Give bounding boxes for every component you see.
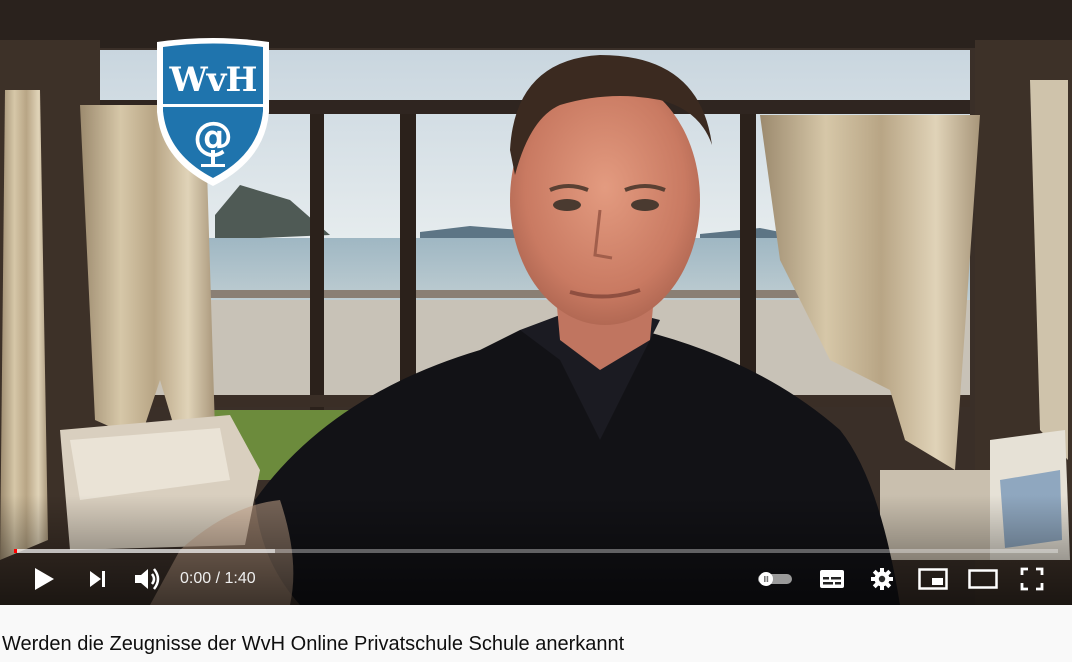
autoplay-toggle[interactable] bbox=[756, 563, 794, 595]
fullscreen-icon bbox=[1020, 567, 1044, 591]
gear-icon bbox=[871, 568, 893, 590]
time-separator: / bbox=[211, 570, 225, 587]
subtitles-button[interactable] bbox=[816, 563, 848, 595]
miniplayer-button[interactable] bbox=[916, 563, 950, 595]
current-time: 0:00 bbox=[180, 570, 212, 587]
play-icon bbox=[35, 568, 54, 590]
theater-mode-icon bbox=[968, 569, 998, 589]
progress-played bbox=[14, 549, 18, 553]
settings-button[interactable] bbox=[866, 563, 898, 595]
autoplay-toggle-icon bbox=[758, 572, 792, 586]
fullscreen-button[interactable] bbox=[1016, 563, 1048, 595]
video-player[interactable]: @ WvH 0:00 / 1:40 bbox=[0, 0, 1072, 605]
logo-text: WvH bbox=[169, 60, 257, 100]
duration: 1:40 bbox=[224, 570, 256, 587]
next-icon bbox=[90, 571, 105, 587]
miniplayer-icon bbox=[918, 568, 948, 590]
volume-icon bbox=[135, 568, 160, 590]
progress-buffered bbox=[14, 549, 275, 553]
play-button[interactable] bbox=[28, 563, 60, 595]
progress-bar[interactable] bbox=[14, 549, 1058, 553]
time-display: 0:00 / 1:40 bbox=[180, 567, 256, 591]
volume-button[interactable] bbox=[130, 563, 164, 595]
subtitles-icon bbox=[820, 570, 844, 588]
video-title: Werden die Zeugnisse der WvH Online Priv… bbox=[2, 633, 625, 655]
next-button[interactable] bbox=[84, 563, 112, 595]
theater-mode-button[interactable] bbox=[966, 563, 1000, 595]
